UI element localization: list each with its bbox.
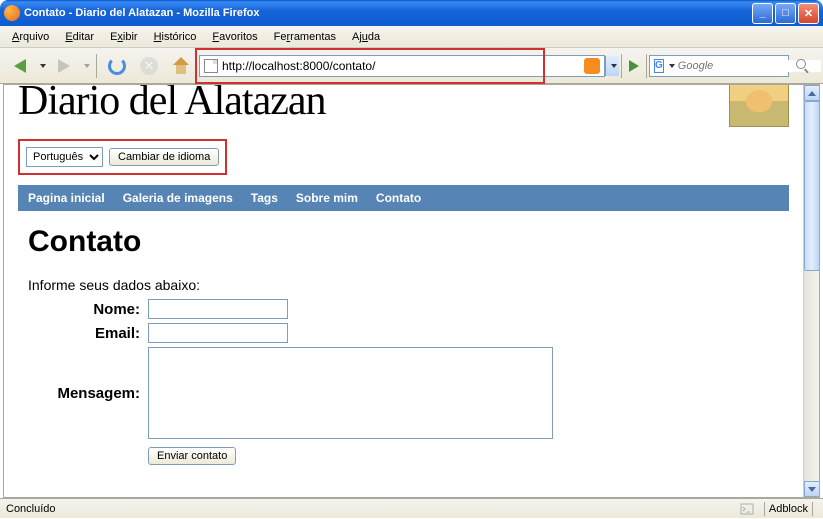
close-button[interactable]: ✕ bbox=[798, 3, 819, 24]
separator bbox=[646, 54, 647, 78]
search-bar[interactable]: G bbox=[649, 55, 789, 77]
window-titlebar: Contato - Diario del Alatazan - Mozilla … bbox=[0, 0, 823, 26]
chevron-up-icon bbox=[808, 91, 816, 96]
page-heading: Contato bbox=[28, 225, 789, 259]
search-engine-dropdown[interactable] bbox=[669, 64, 675, 68]
status-separator bbox=[812, 502, 813, 516]
nav-about[interactable]: Sobre mim bbox=[296, 191, 358, 205]
address-dropdown[interactable] bbox=[605, 56, 619, 76]
submit-button[interactable]: Enviar contato bbox=[148, 447, 236, 465]
rss-icon[interactable] bbox=[584, 58, 600, 74]
firefox-icon bbox=[4, 5, 20, 21]
change-language-button[interactable]: Cambiar de idioma bbox=[109, 148, 219, 166]
chevron-down-icon bbox=[808, 487, 816, 492]
maximize-button[interactable]: □ bbox=[775, 3, 796, 24]
language-select[interactable]: Português bbox=[26, 147, 103, 167]
menubar: Arquivo Editar Exibir Histórico Favorito… bbox=[0, 26, 823, 48]
status-separator bbox=[764, 502, 765, 516]
back-button[interactable] bbox=[6, 52, 34, 80]
home-button[interactable] bbox=[167, 52, 195, 80]
stop-icon: ✕ bbox=[140, 57, 158, 75]
mensagem-field[interactable] bbox=[148, 347, 553, 439]
site-navbar: Pagina inicial Galeria de imagens Tags S… bbox=[18, 185, 789, 211]
page-icon bbox=[204, 59, 218, 73]
window-title: Contato - Diario del Alatazan - Mozilla … bbox=[24, 7, 752, 19]
form-intro-text: Informe seus dados abaixo: bbox=[28, 277, 789, 293]
scroll-thumb[interactable] bbox=[804, 101, 820, 271]
email-field[interactable] bbox=[148, 323, 288, 343]
menu-historico[interactable]: Histórico bbox=[148, 29, 203, 45]
menu-ferramentas[interactable]: Ferramentas bbox=[268, 29, 342, 45]
google-engine-icon[interactable]: G bbox=[654, 59, 664, 73]
back-dropdown[interactable] bbox=[40, 64, 46, 68]
avatar-image bbox=[729, 85, 789, 127]
minimize-button[interactable]: _ bbox=[752, 3, 773, 24]
nav-tags[interactable]: Tags bbox=[251, 191, 278, 205]
stop-button[interactable]: ✕ bbox=[135, 52, 163, 80]
vertical-scrollbar[interactable] bbox=[803, 85, 819, 497]
menu-ajuda[interactable]: Ajuda bbox=[346, 29, 386, 45]
search-go-button[interactable] bbox=[789, 52, 817, 80]
back-arrow-icon bbox=[14, 59, 26, 73]
go-button[interactable] bbox=[624, 56, 644, 76]
status-script-icon[interactable] bbox=[740, 502, 754, 516]
language-highlight-box: Português Cambiar de idioma bbox=[18, 139, 227, 175]
nome-field[interactable] bbox=[148, 299, 288, 319]
statusbar: Concluído Adblock bbox=[0, 498, 823, 518]
content-viewport: Diario del Alatazan Português Cambiar de… bbox=[3, 84, 820, 498]
url-input[interactable] bbox=[222, 59, 580, 73]
separator bbox=[96, 54, 97, 78]
nav-contact[interactable]: Contato bbox=[376, 191, 421, 205]
menu-arquivo[interactable]: Arquivo bbox=[6, 29, 55, 45]
adblock-indicator[interactable]: Adblock bbox=[769, 503, 808, 515]
home-icon bbox=[171, 57, 191, 75]
nav-home[interactable]: Pagina inicial bbox=[28, 191, 105, 205]
mensagem-label: Mensagem: bbox=[18, 347, 148, 439]
go-arrow-icon bbox=[629, 60, 639, 72]
menu-editar[interactable]: Editar bbox=[59, 29, 100, 45]
reload-button[interactable] bbox=[103, 52, 131, 80]
status-text: Concluído bbox=[6, 503, 734, 515]
reload-icon bbox=[108, 57, 126, 75]
magnifier-icon bbox=[796, 59, 810, 73]
nav-gallery[interactable]: Galeria de imagens bbox=[123, 191, 233, 205]
scroll-down-button[interactable] bbox=[804, 481, 820, 497]
separator bbox=[621, 54, 622, 78]
menu-favoritos[interactable]: Favoritos bbox=[206, 29, 263, 45]
site-title: Diario del Alatazan bbox=[18, 85, 326, 125]
menu-exibir[interactable]: Exibir bbox=[104, 29, 144, 45]
scroll-up-button[interactable] bbox=[804, 85, 820, 101]
email-label: Email: bbox=[18, 323, 148, 343]
forward-dropdown[interactable] bbox=[84, 64, 90, 68]
address-bar[interactable] bbox=[199, 55, 605, 77]
page-content: Diario del Alatazan Português Cambiar de… bbox=[4, 85, 803, 497]
forward-arrow-icon bbox=[58, 59, 70, 73]
toolbar: ✕ G bbox=[0, 48, 823, 84]
forward-button[interactable] bbox=[50, 52, 78, 80]
nome-label: Nome: bbox=[18, 299, 148, 319]
